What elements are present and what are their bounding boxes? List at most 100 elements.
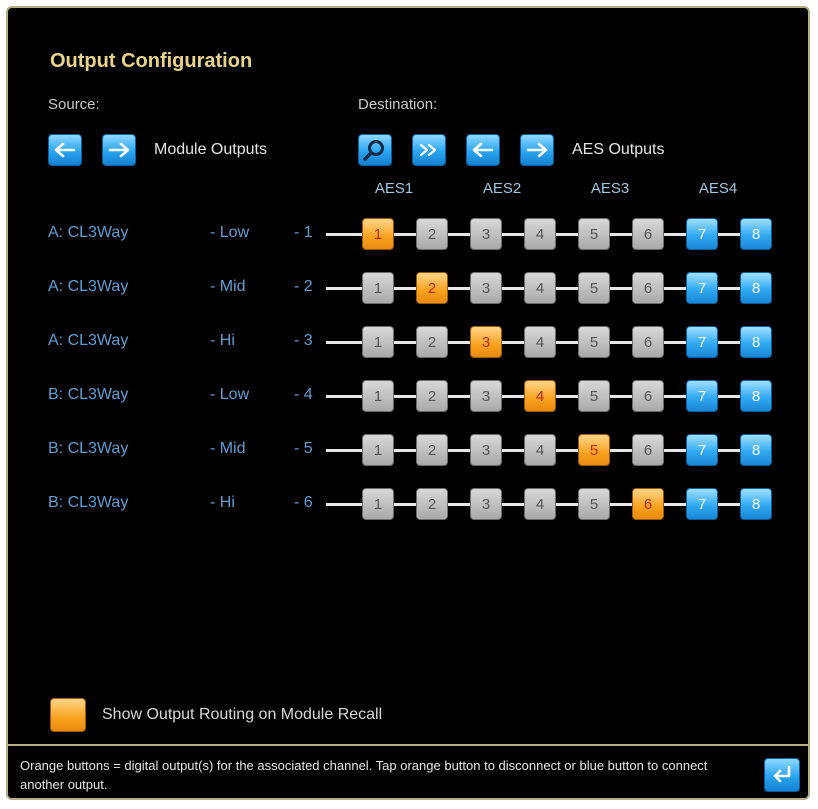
source-next-button[interactable] <box>102 134 136 166</box>
show-output-routing-toggle[interactable] <box>50 698 86 732</box>
row-source-label: B: CL3Way <box>48 494 129 511</box>
show-output-routing-label: Show Output Routing on Module Recall <box>102 706 383 723</box>
output-button[interactable]: 5 <box>578 488 610 520</box>
output-button[interactable]: 3 <box>470 218 502 250</box>
output-button[interactable]: 5 <box>578 218 610 250</box>
routing-row: B: CL3Way - Low - 4 12345678 <box>8 376 808 416</box>
page-title: Output Configuration <box>50 50 253 72</box>
row-band-label: - Mid <box>210 440 246 457</box>
output-button-active[interactable]: 6 <box>632 488 664 520</box>
output-button[interactable]: 8 <box>740 380 772 412</box>
row-channel-number: - 4 <box>294 386 313 403</box>
double-chevron-right-icon <box>418 142 440 158</box>
arrow-left-icon <box>472 142 494 158</box>
row-channel-number: - 1 <box>294 224 313 241</box>
output-button[interactable]: 3 <box>470 272 502 304</box>
output-button-active[interactable]: 4 <box>524 380 556 412</box>
output-button[interactable]: 8 <box>740 218 772 250</box>
output-button[interactable]: 3 <box>470 488 502 520</box>
source-label: Source: <box>48 96 100 113</box>
output-button[interactable]: 4 <box>524 326 556 358</box>
aes-group-label: AES2 <box>482 180 522 197</box>
output-button[interactable]: 3 <box>470 380 502 412</box>
output-button[interactable]: 6 <box>632 326 664 358</box>
output-button[interactable]: 2 <box>416 488 448 520</box>
destination-label: Destination: <box>358 96 438 113</box>
output-button[interactable]: 7 <box>686 488 718 520</box>
row-source-label: B: CL3Way <box>48 386 129 403</box>
row-band-label: - Low <box>210 386 250 403</box>
output-button[interactable]: 2 <box>416 434 448 466</box>
row-channel-number: - 6 <box>294 494 313 511</box>
output-button[interactable]: 4 <box>524 434 556 466</box>
output-button[interactable]: 2 <box>416 218 448 250</box>
destination-prev-button[interactable] <box>466 134 500 166</box>
source-prev-button[interactable] <box>48 134 82 166</box>
output-button[interactable]: 7 <box>686 326 718 358</box>
output-button[interactable]: 4 <box>524 218 556 250</box>
output-button[interactable]: 6 <box>632 272 664 304</box>
output-button[interactable]: 7 <box>686 218 718 250</box>
aes-group-label: AES1 <box>374 180 414 197</box>
output-button[interactable]: 1 <box>362 380 394 412</box>
enter-return-icon <box>770 764 794 786</box>
destination-next-button[interactable] <box>520 134 554 166</box>
arrow-right-icon <box>526 142 548 158</box>
output-button[interactable]: 6 <box>632 218 664 250</box>
row-band-label: - Hi <box>210 332 235 349</box>
output-button[interactable]: 5 <box>578 272 610 304</box>
output-button[interactable]: 1 <box>362 434 394 466</box>
row-band-label: - Hi <box>210 494 235 511</box>
routing-row: B: CL3Way - Mid - 5 12345678 <box>8 430 808 470</box>
output-button[interactable]: 5 <box>578 326 610 358</box>
output-button[interactable]: 6 <box>632 380 664 412</box>
row-band-label: - Mid <box>210 278 246 295</box>
routing-row: A: CL3Way - Mid - 2 12345678 <box>8 268 808 308</box>
output-button[interactable]: 8 <box>740 326 772 358</box>
help-text: Orange buttons = digital output(s) for t… <box>20 758 708 792</box>
output-button[interactable]: 4 <box>524 488 556 520</box>
row-channel-number: - 3 <box>294 332 313 349</box>
routing-row: A: CL3Way - Hi - 3 12345678 <box>8 322 808 362</box>
output-button[interactable]: 1 <box>362 488 394 520</box>
output-button[interactable]: 1 <box>362 326 394 358</box>
output-button-active[interactable]: 5 <box>578 434 610 466</box>
aes-group-label: AES3 <box>590 180 630 197</box>
output-button[interactable]: 8 <box>740 488 772 520</box>
output-button[interactable]: 6 <box>632 434 664 466</box>
output-button[interactable]: 7 <box>686 380 718 412</box>
aes-group-label: AES4 <box>698 180 738 197</box>
output-button[interactable]: 3 <box>470 434 502 466</box>
routing-row: A: CL3Way - Low - 1 12345678 <box>8 214 808 254</box>
output-button[interactable]: 7 <box>686 434 718 466</box>
fast-forward-button[interactable] <box>412 134 446 166</box>
row-source-label: B: CL3Way <box>48 440 129 457</box>
output-button[interactable]: 8 <box>740 272 772 304</box>
arrow-right-icon <box>108 142 130 158</box>
output-button[interactable]: 4 <box>524 272 556 304</box>
output-button[interactable]: 1 <box>362 272 394 304</box>
source-module-outputs-label: Module Outputs <box>154 141 267 158</box>
row-band-label: - Low <box>210 224 250 241</box>
output-button-active[interactable]: 2 <box>416 272 448 304</box>
row-source-label: A: CL3Way <box>48 224 129 241</box>
row-source-label: A: CL3Way <box>48 278 129 295</box>
output-configuration-panel: Output Configuration Source: Module Outp… <box>6 6 810 800</box>
destination-aes-outputs-label: AES Outputs <box>572 141 665 158</box>
search-button[interactable] <box>358 134 392 166</box>
help-footer: Orange buttons = digital output(s) for t… <box>8 744 808 798</box>
output-button[interactable]: 8 <box>740 434 772 466</box>
routing-row: B: CL3Way - Hi - 6 12345678 <box>8 484 808 524</box>
output-button[interactable]: 2 <box>416 380 448 412</box>
arrow-left-icon <box>54 142 76 158</box>
row-channel-number: - 2 <box>294 278 313 295</box>
output-button-active[interactable]: 3 <box>470 326 502 358</box>
magnifier-icon <box>363 139 387 161</box>
row-channel-number: - 5 <box>294 440 313 457</box>
output-button[interactable]: 7 <box>686 272 718 304</box>
output-button[interactable]: 2 <box>416 326 448 358</box>
row-source-label: A: CL3Way <box>48 332 129 349</box>
output-button-active[interactable]: 1 <box>362 218 394 250</box>
output-button[interactable]: 5 <box>578 380 610 412</box>
enter-button[interactable] <box>764 758 800 792</box>
